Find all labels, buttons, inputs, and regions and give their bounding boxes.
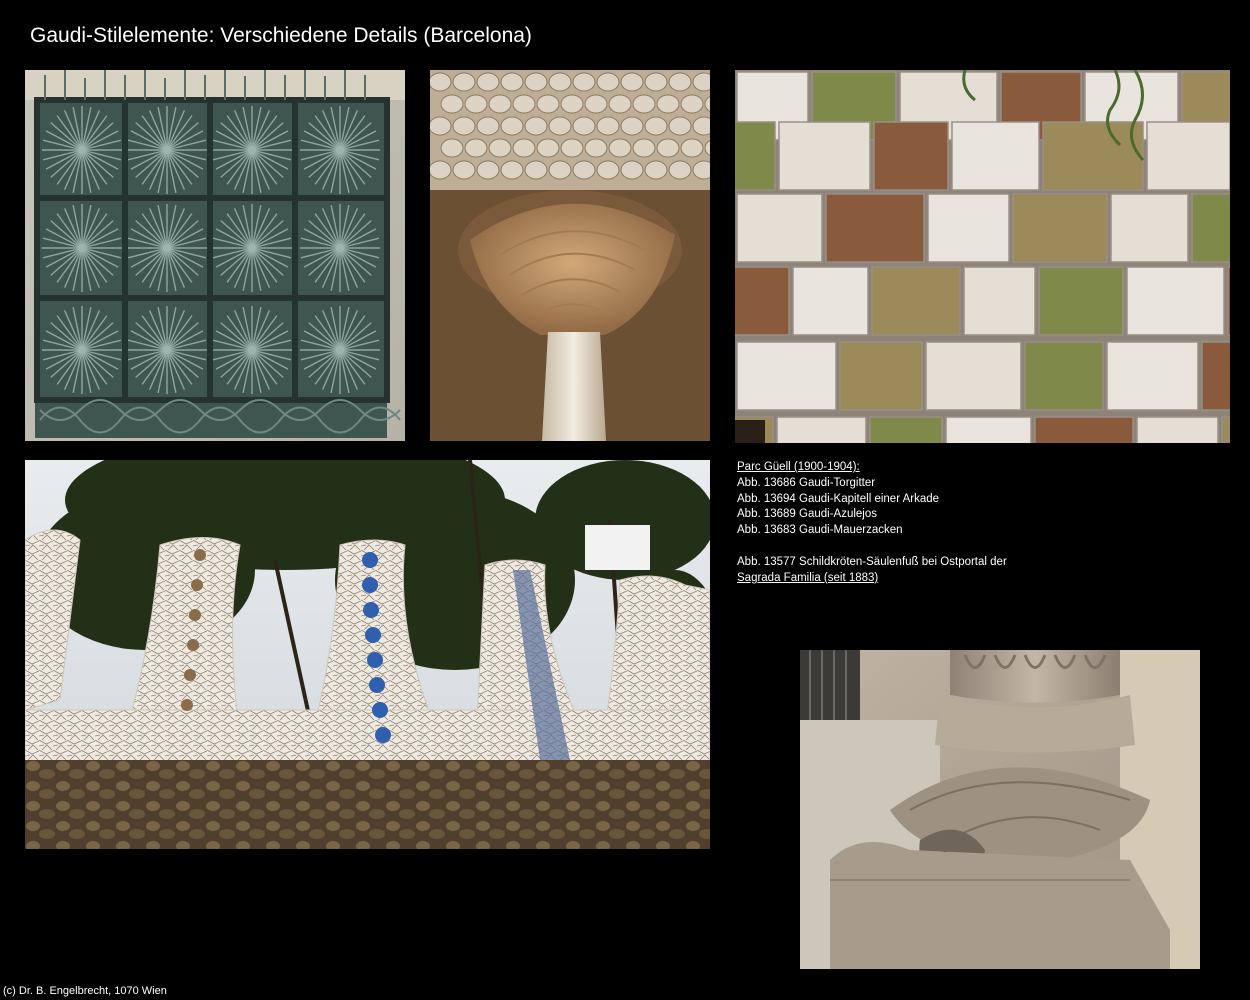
photo-gate-grille xyxy=(25,70,405,441)
caption-section-heading: Parc Güell (1900-1904): xyxy=(737,461,860,473)
photo-wall-battlements xyxy=(25,460,710,849)
caption-item: Abb. 13683 Gaudi-Mauerzacken xyxy=(737,524,903,537)
caption-item: Abb. 13694 Gaudi-Kapitell einer Arkade xyxy=(737,492,940,505)
copyright-notice: (c) Dr. B. Engelbrecht, 1070 Wien xyxy=(3,985,167,997)
caption-extra-line-underlined: Sagrada Familia (seit 1883) xyxy=(737,571,879,584)
caption-extra-line: Abb. 13577 Schildkröten-Säulenfuß bei Os… xyxy=(737,555,1007,568)
photo-arcade-capital xyxy=(430,70,710,441)
photo-azulejos-wall xyxy=(735,70,1230,443)
page-title: Gaudi-Stilelemente: Verschiedene Details… xyxy=(30,24,532,47)
photo-turtle-column-base xyxy=(800,650,1200,969)
caption-block: Parc Güell (1900-1904): Abb. 13686 Gaudi… xyxy=(737,460,1207,586)
caption-item: Abb. 13689 Gaudi-Azulejos xyxy=(737,508,878,521)
caption-item: Abb. 13686 Gaudi-Torgitter xyxy=(737,476,876,489)
